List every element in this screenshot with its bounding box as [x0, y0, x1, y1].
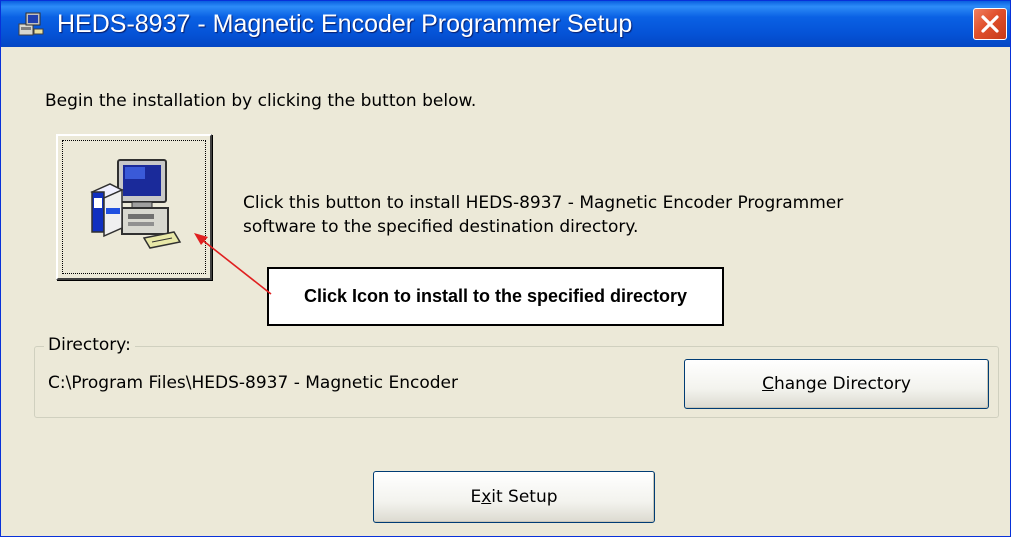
close-button[interactable]	[973, 8, 1007, 40]
intro-text: Begin the installation by clicking the b…	[45, 91, 477, 111]
exit-setup-button[interactable]: Exit Setup	[373, 471, 655, 523]
window-title: HEDS-8937 - Magnetic Encoder Programmer …	[57, 10, 633, 38]
exit-setup-label-end: it Setup	[491, 487, 558, 507]
annotation-callout: Click Icon to install to the specified d…	[267, 267, 724, 326]
change-directory-button[interactable]: Change Directory	[684, 359, 989, 409]
change-directory-label: hange Directory	[773, 374, 911, 394]
install-button[interactable]	[56, 134, 212, 280]
install-description-line-1: Click this button to install HEDS-8937 -…	[243, 193, 844, 213]
directory-path: C:\Program Files\HEDS-8937 - Magnetic En…	[48, 373, 458, 393]
directory-label: Directory:	[44, 335, 135, 355]
title-bar[interactable]: HEDS-8937 - Magnetic Encoder Programmer …	[1, 1, 1010, 47]
change-directory-mnemonic: C	[762, 374, 774, 394]
exit-setup-label-start: E	[470, 487, 482, 507]
install-description: Click this button to install HEDS-8937 -…	[243, 191, 843, 239]
annotation-callout-text: Click Icon to install to the specified d…	[303, 286, 688, 306]
install-computer-icon	[90, 159, 182, 249]
exit-setup-mnemonic: x	[481, 487, 492, 507]
installer-computer-icon	[17, 11, 45, 37]
setup-window: HEDS-8937 - Magnetic Encoder Programmer …	[0, 0, 1011, 537]
close-icon	[981, 15, 999, 33]
install-description-line-2: software to the specified destination di…	[243, 217, 639, 237]
